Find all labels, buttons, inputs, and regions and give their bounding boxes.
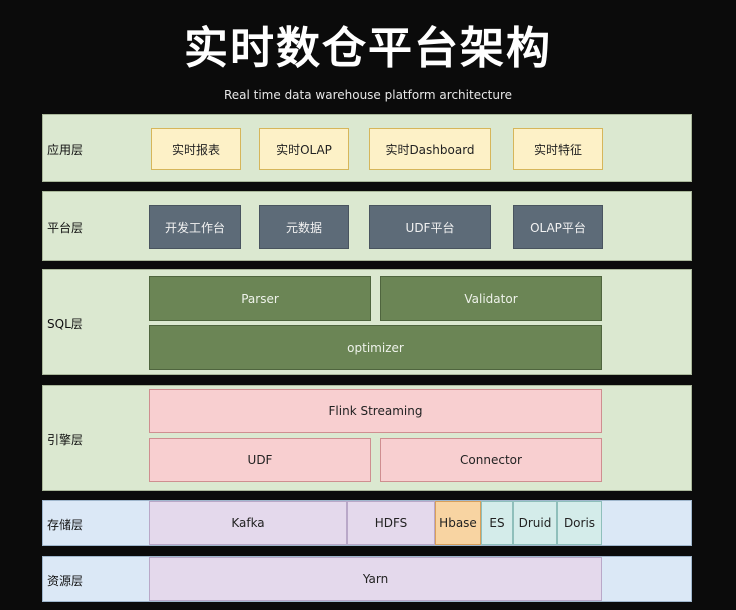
diagram-subtitle: Real time data warehouse platform archit… [223, 88, 513, 102]
engine-box-udf: UDF [149, 438, 371, 482]
layer-storage: 存储层 Kafka HDFS Hbase ES Druid Doris [42, 500, 692, 546]
storage-box-doris: Doris [557, 501, 602, 545]
layer-sql: SQL层 Parser Validator optimizer [42, 269, 692, 375]
layer-label-platform: 平台层 [47, 221, 84, 235]
storage-box-hbase: Hbase [435, 501, 481, 545]
storage-box-es: ES [481, 501, 513, 545]
engine-box-connector: Connector [380, 438, 602, 482]
platform-box-udf-platform: UDF平台 [369, 205, 491, 249]
layer-label-engine: 引擎层 [47, 433, 84, 447]
diagram-title: 实时数仓平台架构 [184, 23, 552, 74]
layer-label-storage: 存储层 [47, 518, 84, 532]
layer-label-resource: 资源层 [47, 574, 84, 588]
sql-box-optimizer: optimizer [149, 325, 602, 370]
storage-box-druid: Druid [513, 501, 557, 545]
resource-box-yarn: Yarn [149, 557, 602, 601]
storage-box-hdfs: HDFS [347, 501, 435, 545]
layer-resource: 资源层 Yarn [42, 556, 692, 602]
platform-box-metadata: 元数据 [259, 205, 349, 249]
layer-engine: 引擎层 Flink Streaming UDF Connector [42, 385, 692, 491]
layer-label-sql: SQL层 [47, 317, 83, 331]
sql-box-validator: Validator [380, 276, 602, 321]
platform-box-olap-platform: OLAP平台 [513, 205, 603, 249]
storage-box-kafka: Kafka [149, 501, 347, 545]
platform-box-dev-workbench: 开发工作台 [149, 205, 241, 249]
app-box-realtime-olap: 实时OLAP [259, 128, 349, 170]
app-box-realtime-feature: 实时特征 [513, 128, 603, 170]
app-box-realtime-report: 实时报表 [151, 128, 241, 170]
engine-box-flink-streaming: Flink Streaming [149, 389, 602, 433]
layer-label-application: 应用层 [47, 143, 84, 157]
app-box-realtime-dashboard: 实时Dashboard [369, 128, 491, 170]
sql-box-parser: Parser [149, 276, 371, 321]
layer-application: 应用层 实时报表 实时OLAP 实时Dashboard 实时特征 [42, 114, 692, 182]
layer-platform: 平台层 开发工作台 元数据 UDF平台 OLAP平台 [42, 191, 692, 261]
